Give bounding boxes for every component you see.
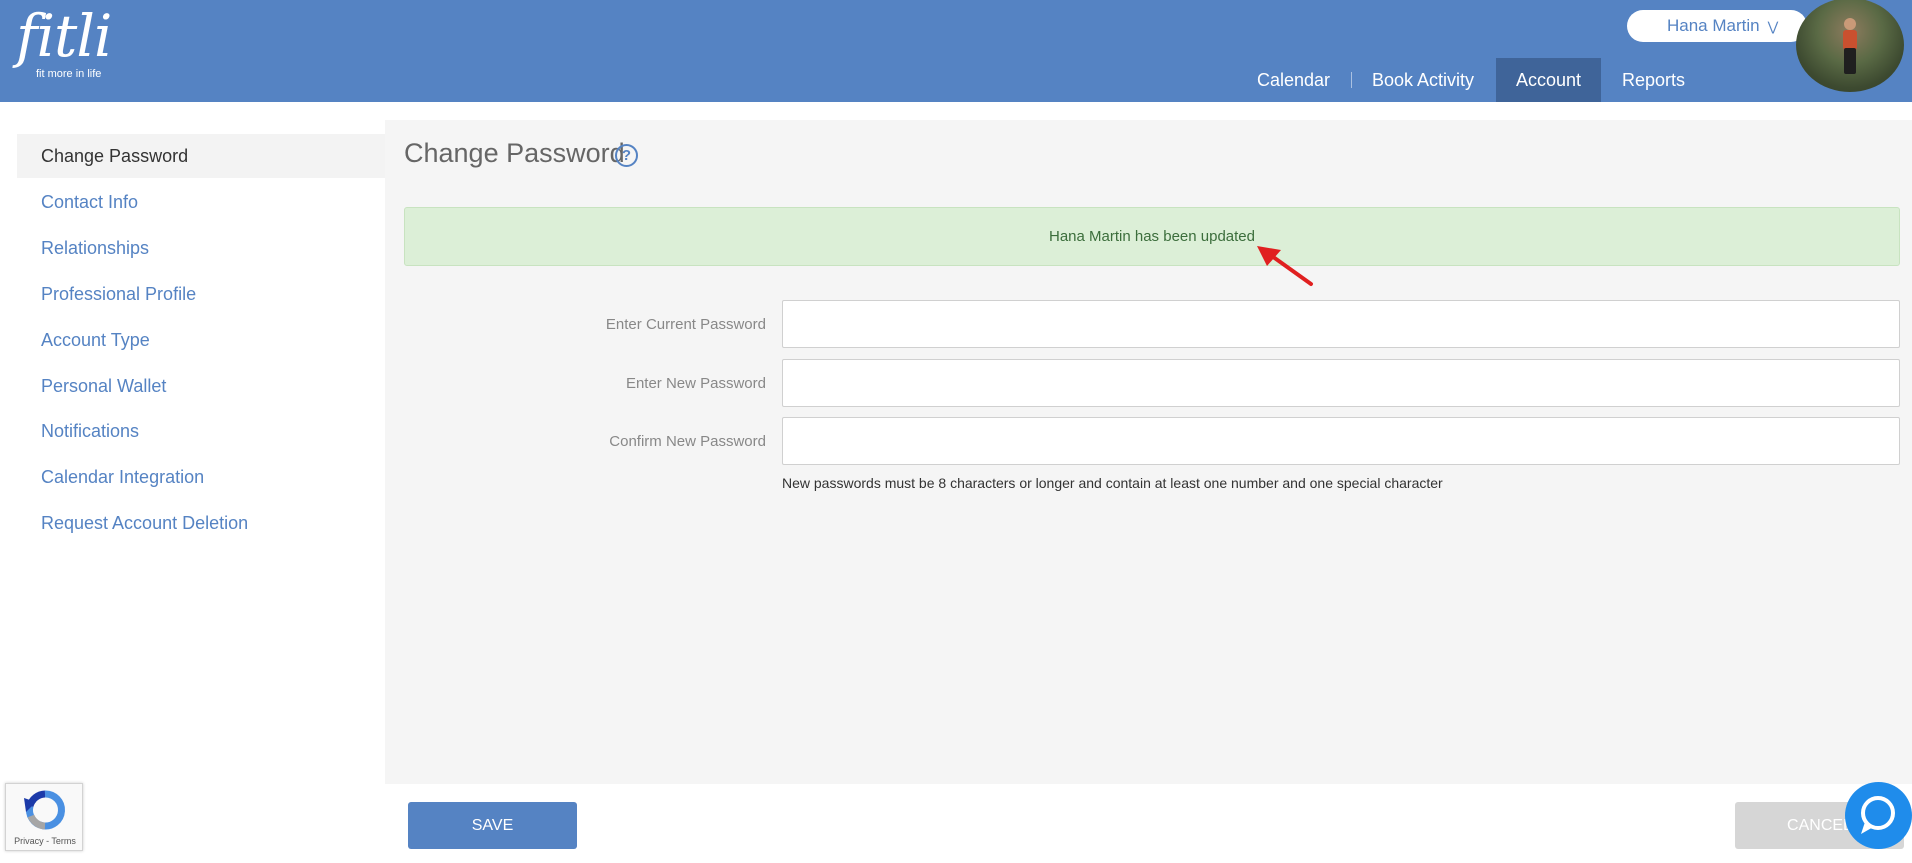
avatar-figure	[1840, 12, 1860, 74]
fitli-logo[interactable]: fitli fit more in life	[16, 2, 112, 80]
top-header: fitli fit more in life Hana Martin ⋁ Cale…	[0, 0, 1912, 102]
nav-reports[interactable]: Reports	[1622, 58, 1685, 102]
sidebar-item-change-password[interactable]: Change Password	[17, 134, 385, 178]
chat-bubble-icon	[1861, 796, 1895, 834]
recaptcha-badge[interactable]: Privacy - Terms	[5, 783, 83, 851]
sidebar-item-request-account-deletion[interactable]: Request Account Deletion	[17, 501, 385, 545]
sidebar-item-account-type[interactable]: Account Type	[17, 318, 385, 362]
logo-wordmark: fitli	[16, 2, 112, 70]
chevron-down-icon: ⋁	[1767, 19, 1779, 34]
sidebar-item-contact-info[interactable]: Contact Info	[17, 180, 385, 224]
success-alert: Hana Martin has been updated	[404, 207, 1900, 266]
help-icon[interactable]: ?	[615, 144, 638, 167]
new-password-label: Enter New Password	[625, 375, 766, 392]
recaptcha-links[interactable]: Privacy - Terms	[6, 836, 84, 846]
user-menu-button[interactable]: Hana Martin ⋁	[1627, 10, 1807, 42]
current-password-input[interactable]	[782, 300, 1900, 348]
user-name: Hana Martin	[1667, 16, 1760, 35]
save-button[interactable]: SAVE	[408, 802, 577, 849]
sidebar-item-notifications[interactable]: Notifications	[17, 409, 385, 453]
sidebar-item-calendar-integration[interactable]: Calendar Integration	[17, 455, 385, 499]
password-hint: New passwords must be 8 characters or lo…	[782, 475, 1443, 491]
sidebar-item-relationships[interactable]: Relationships	[17, 226, 385, 270]
nav-calendar[interactable]: Calendar	[1257, 58, 1330, 102]
logo-tagline: fit more in life	[36, 68, 102, 80]
current-password-label: Enter Current Password	[605, 316, 766, 333]
avatar[interactable]	[1796, 0, 1904, 92]
new-password-input[interactable]	[782, 359, 1900, 407]
confirm-password-input[interactable]	[782, 417, 1900, 465]
recaptcha-icon	[24, 790, 65, 830]
nav-account[interactable]: Account	[1496, 58, 1602, 102]
page-title: Change Password	[404, 138, 625, 168]
nav-separator	[1351, 72, 1352, 88]
red-arrow-icon	[1257, 246, 1313, 286]
confirm-password-label: Confirm New Password	[609, 433, 766, 450]
chat-button[interactable]	[1845, 782, 1912, 849]
sidebar-item-professional-profile[interactable]: Professional Profile	[17, 272, 385, 316]
sidebar-item-personal-wallet[interactable]: Personal Wallet	[17, 364, 385, 408]
nav-book-activity[interactable]: Book Activity	[1372, 58, 1474, 102]
